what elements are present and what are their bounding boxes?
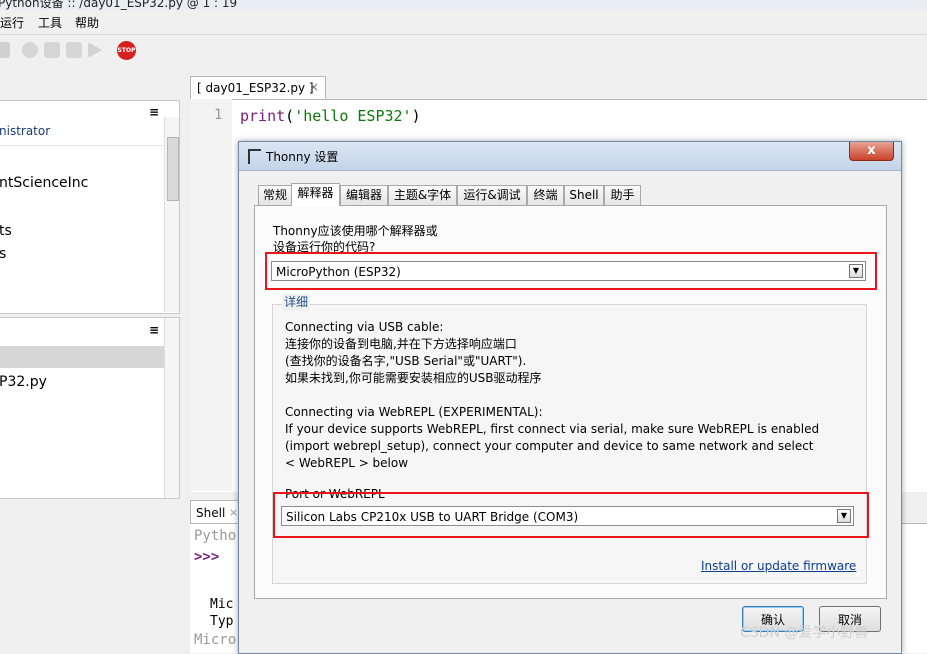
shell-tab[interactable]: Shell × (190, 500, 240, 524)
device-selected-row[interactable] (0, 346, 164, 368)
device-scrollbar[interactable] (164, 318, 179, 498)
tab-interpreter[interactable]: 解释器 (291, 183, 340, 206)
code-string: 'hello ESP32' (294, 107, 412, 125)
code-paren-close: ) (411, 107, 421, 125)
tab-run-debug[interactable]: 运行&调试 (457, 185, 527, 205)
watermark: CSDN @爱学小野兽 (740, 625, 869, 641)
tab-terminal[interactable]: 终端 (527, 185, 564, 205)
editor-tab-label: [ day01_ESP32.py ] (197, 81, 314, 95)
files-scrollbar-thumb[interactable] (167, 137, 179, 201)
shell-line: Mic (210, 597, 234, 612)
code-line: print('hello ESP32') (240, 107, 421, 125)
toolbar (0, 35, 927, 69)
shell-line: Pytho (194, 528, 237, 544)
menu-help[interactable]: 帮助 (75, 14, 99, 31)
highlight-box (273, 492, 869, 538)
device-file-item[interactable]: P32.py (0, 374, 47, 390)
files-item[interactable]: ntScienceInc (0, 175, 88, 191)
editor-tab-close-icon[interactable]: × (309, 80, 319, 94)
line-gutter: 1 (190, 99, 232, 491)
webrepl-instructions: < WebREPL > below (285, 456, 409, 470)
files-pane-menu-icon[interactable]: ≡ (149, 105, 159, 119)
code-paren-open: ( (285, 107, 295, 125)
menu-bar: 运行 工具 帮助 (0, 10, 927, 35)
tab-assistant[interactable]: 助手 (604, 185, 641, 205)
shell-tab-label: Shell (196, 506, 226, 520)
tab-label: 运行&调试 (463, 188, 521, 202)
step-over-icon[interactable] (22, 42, 38, 58)
tab-editor[interactable]: 编辑器 (340, 185, 388, 205)
thonny-logo-icon (248, 149, 261, 164)
tab-label: 编辑器 (345, 188, 382, 202)
usb-instructions: (查找你的设备名字,"USB Serial"或"UART"). (285, 354, 527, 368)
menu-tools[interactable]: 工具 (38, 14, 62, 31)
tab-theme-font[interactable]: 主题&字体 (388, 185, 457, 205)
webrepl-instructions: (import webrepl_setup), connect your com… (285, 439, 814, 453)
dialog-title-bar[interactable]: Thonny 设置 x (239, 142, 901, 171)
files-item[interactable]: ts (0, 223, 12, 239)
webrepl-heading: Connecting via WebREPL (EXPERIMENTAL): (285, 405, 543, 419)
shell-line: Typ (210, 614, 234, 629)
tab-label: 常规 (262, 188, 287, 202)
webrepl-instructions: If your device supports WebREPL, first c… (285, 422, 820, 436)
tab-label: 主题&字体 (393, 188, 452, 202)
highlight-box (265, 252, 877, 290)
files-pane: ≡ nistrator ntScienceInc ts s (0, 100, 180, 314)
resume-icon[interactable] (0, 42, 10, 58)
tab-label: 助手 (610, 188, 635, 202)
files-scrollbar[interactable] (164, 117, 179, 312)
tab-label: 终端 (533, 188, 558, 202)
shell-line: Micro (194, 632, 237, 648)
usb-instructions: 如果未找到,你可能需要安装相应的USB驱动程序 (285, 371, 542, 385)
close-icon: x (867, 143, 876, 158)
settings-dialog: Thonny 设置 x 常规 解释器 编辑器 主题&字体 运行&调试 终端 Sh… (238, 141, 902, 654)
device-pane-menu-icon[interactable]: ≡ (149, 323, 159, 337)
usb-instructions: 连接你的设备到电脑,并在下方选择响应端口 (285, 337, 517, 351)
dialog-title: Thonny 设置 (266, 150, 339, 164)
line-number: 1 (214, 107, 223, 123)
code-func: print (240, 107, 286, 125)
install-firmware-link[interactable]: Install or update firmware (701, 558, 856, 575)
window-title: Python设备 :: /day01_ESP32.py @ 1 : 19 (0, 0, 238, 10)
editor-tab[interactable]: [ day01_ESP32.py ] × (190, 76, 326, 99)
step-into-icon[interactable] (44, 42, 60, 58)
stop-icon[interactable]: STOP (117, 41, 136, 60)
step-out-icon[interactable] (66, 42, 82, 58)
tab-general[interactable]: 常规 (258, 185, 292, 205)
tab-shell[interactable]: Shell (564, 185, 604, 205)
files-item[interactable]: nistrator (0, 124, 50, 138)
shell-tab-close-icon[interactable]: × (229, 506, 238, 519)
stop-label: STOP (117, 47, 136, 54)
usb-heading: Connecting via USB cable: (285, 320, 444, 334)
device-pane: ≡ P32.py (0, 317, 180, 499)
shell-prompt: >>> (194, 549, 220, 565)
tab-label: 解释器 (297, 186, 334, 200)
files-item[interactable]: s (0, 246, 6, 262)
tab-label: Shell (569, 188, 599, 202)
window-title-bar: Python设备 :: /day01_ESP32.py @ 1 : 19 (0, 0, 927, 10)
details-label: 详细 (282, 294, 311, 311)
interpreter-question: Thonny应该使用哪个解释器或 (273, 224, 438, 238)
menu-run[interactable]: 运行 (0, 14, 24, 31)
dialog-close-button[interactable]: x (849, 142, 894, 161)
